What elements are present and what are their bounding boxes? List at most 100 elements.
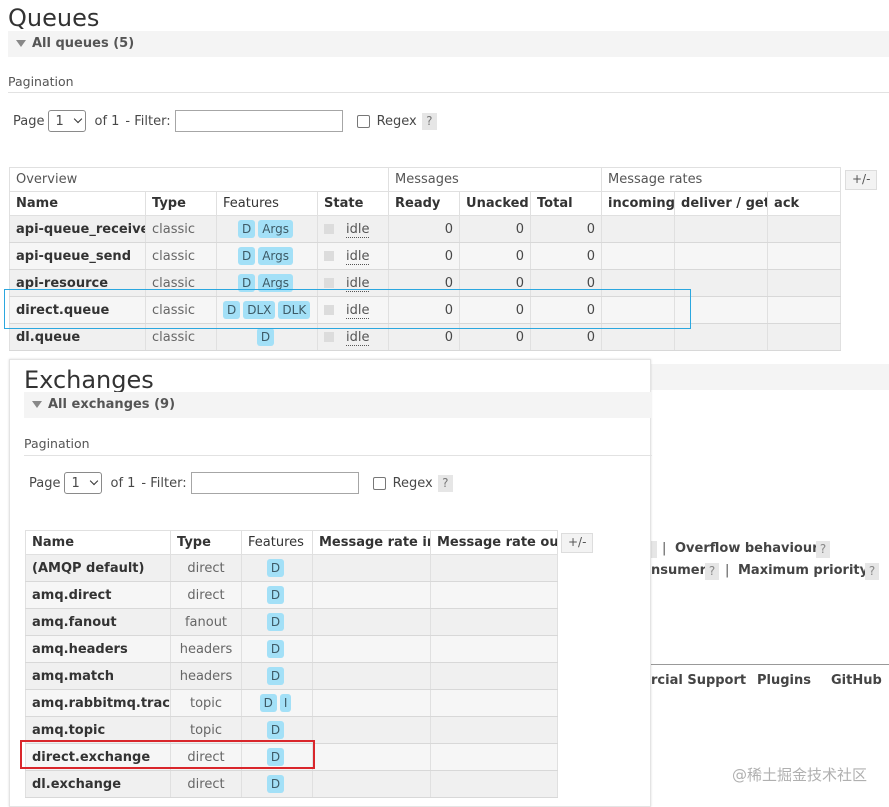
exchange-type: direct — [170, 770, 242, 798]
queue-ack — [767, 215, 842, 243]
col-total[interactable]: Total — [530, 191, 603, 216]
feature-tag[interactable]: Args — [258, 220, 294, 238]
exchange-rate-in — [312, 608, 431, 636]
exchange-name-link[interactable]: amq.headers — [25, 635, 171, 663]
feature-tag[interactable]: D — [259, 694, 277, 712]
state-indicator-icon — [324, 224, 334, 234]
feature-tag[interactable]: D — [266, 721, 285, 739]
feature-tag[interactable]: D — [266, 613, 285, 631]
exchanges-section-toggle[interactable]: All exchanges (9) — [24, 392, 652, 418]
exchange-rate-in — [312, 554, 431, 582]
col-message-rate-out[interactable]: Message rate out — [430, 530, 558, 555]
consumer-help[interactable]: ? — [705, 563, 719, 580]
exchange-rate-in — [312, 689, 431, 717]
exchange-rate-in — [312, 716, 431, 744]
feature-tag[interactable]: I — [279, 694, 292, 712]
col-name[interactable]: Name — [9, 191, 146, 216]
col-unacked[interactable]: Unacked — [459, 191, 532, 216]
footer-plugins-link[interactable]: Plugins — [757, 673, 811, 688]
exchange-rate-out — [430, 662, 558, 690]
state-indicator-icon — [324, 332, 334, 342]
col-message-rate-in[interactable]: Message rate in — [312, 530, 431, 555]
maximum-priority-link[interactable]: Maximum priority — [738, 563, 868, 578]
collapse-triangle-icon — [32, 401, 42, 408]
exchange-rate-out — [430, 608, 558, 636]
queues-pagination-label: Pagination — [8, 74, 74, 89]
queue-type: classic — [145, 215, 217, 243]
of-pages-label: of 1 — [110, 475, 136, 491]
exchange-row: amq.headers headers D — [25, 635, 558, 663]
state-label: idle — [346, 221, 370, 238]
queue-name-link[interactable]: api-queue_receive — [9, 215, 146, 243]
exchange-rate-in — [312, 581, 431, 609]
queues-columns-toggle[interactable]: +/- — [845, 170, 878, 190]
exchange-rate-out — [430, 689, 558, 717]
queues-filter-input[interactable] — [174, 110, 343, 132]
feature-tag[interactable]: D — [256, 328, 275, 346]
regex-help-button[interactable]: ? — [421, 112, 437, 130]
overflow-behaviour-help[interactable]: ? — [816, 541, 830, 558]
queues-pagination-controls: Page 1 of 1 - Filter: Regex ? — [13, 110, 437, 132]
exchange-name-link[interactable]: dl.exchange — [25, 770, 171, 798]
exchanges-regex-checkbox[interactable] — [372, 476, 386, 490]
exchange-name-link[interactable]: amq.match — [25, 662, 171, 690]
regex-label: Regex — [376, 113, 417, 129]
queues-section-toggle[interactable]: All queues (5) — [8, 31, 889, 57]
queue-ack — [767, 323, 842, 351]
exchange-rate-out — [430, 743, 558, 771]
chevron-down-icon — [74, 114, 83, 124]
queues-page-select[interactable]: 1 — [48, 110, 87, 132]
exchange-name-link[interactable]: (AMQP default) — [25, 554, 171, 582]
filter-label: - Filter: — [141, 475, 187, 491]
col-ready[interactable]: Ready — [388, 191, 461, 216]
col-features: Features — [241, 530, 313, 555]
queue-row: api-queue_receive classic D Args idle 0 0 0 — [9, 215, 842, 243]
exchanges-pagination-rule — [24, 455, 652, 456]
col-incoming[interactable]: incoming — [601, 191, 676, 216]
regex-help-button[interactable]: ? — [437, 474, 453, 492]
help-icon-partial[interactable] — [651, 541, 657, 558]
queue-deliver-get — [674, 242, 769, 270]
queues-regex-checkbox[interactable] — [356, 114, 370, 128]
consumer-link[interactable]: nsumer — [651, 563, 706, 578]
feature-tag[interactable]: D — [266, 640, 285, 658]
exchange-type: fanout — [170, 608, 242, 636]
col-state[interactable]: State — [316, 191, 390, 216]
exchange-name-link[interactable]: amq.rabbitmq.trace — [25, 689, 171, 717]
exchanges-columns-toggle[interactable]: +/- — [561, 533, 594, 553]
queue-ready: 0 — [388, 215, 461, 243]
col-type[interactable]: Type — [170, 530, 242, 555]
footer-commercial-support-link[interactable]: rcial Support — [651, 673, 746, 688]
queue-name-link[interactable]: api-queue_send — [9, 242, 146, 270]
maximum-priority-help[interactable]: ? — [865, 563, 879, 580]
footer-github-link[interactable]: GitHub — [831, 673, 882, 688]
exchanges-pagination-label: Pagination — [24, 436, 90, 451]
feature-tag[interactable]: D — [266, 559, 285, 577]
watermark: @稀土掘金技术社区 — [731, 766, 867, 784]
feature-tag[interactable]: D — [237, 220, 256, 238]
exchanges-pagination-controls: Page 1 of 1 - Filter: Regex ? — [29, 472, 453, 494]
feature-tag[interactable]: D — [237, 247, 256, 265]
exchange-rate-out — [430, 554, 558, 582]
exchange-features: D — [241, 635, 313, 663]
exchange-name-link[interactable]: amq.fanout — [25, 608, 171, 636]
exchange-name-link[interactable]: amq.direct — [25, 581, 171, 609]
exchanges-section-label: All exchanges (9) — [48, 397, 176, 412]
exchange-features: D — [241, 581, 313, 609]
feature-tag[interactable]: D — [266, 586, 285, 604]
exchange-rate-in — [312, 743, 431, 771]
col-deliver-get[interactable]: deliver / get — [674, 191, 769, 216]
feature-tag[interactable]: Args — [258, 247, 294, 265]
col-ack[interactable]: ack — [767, 191, 842, 216]
feature-tag[interactable]: D — [266, 775, 285, 793]
exchanges-page-select[interactable]: 1 — [64, 472, 103, 494]
queue-total: 0 — [530, 215, 603, 243]
exchange-type: direct — [170, 554, 242, 582]
overflow-behaviour-link[interactable]: Overflow behaviour — [675, 541, 819, 556]
exchange-rate-out — [430, 770, 558, 798]
feature-tag[interactable]: D — [266, 667, 285, 685]
col-type[interactable]: Type — [145, 191, 217, 216]
exchange-features: DI — [241, 689, 313, 717]
col-name[interactable]: Name — [25, 530, 171, 555]
exchanges-filter-input[interactable] — [190, 472, 359, 494]
